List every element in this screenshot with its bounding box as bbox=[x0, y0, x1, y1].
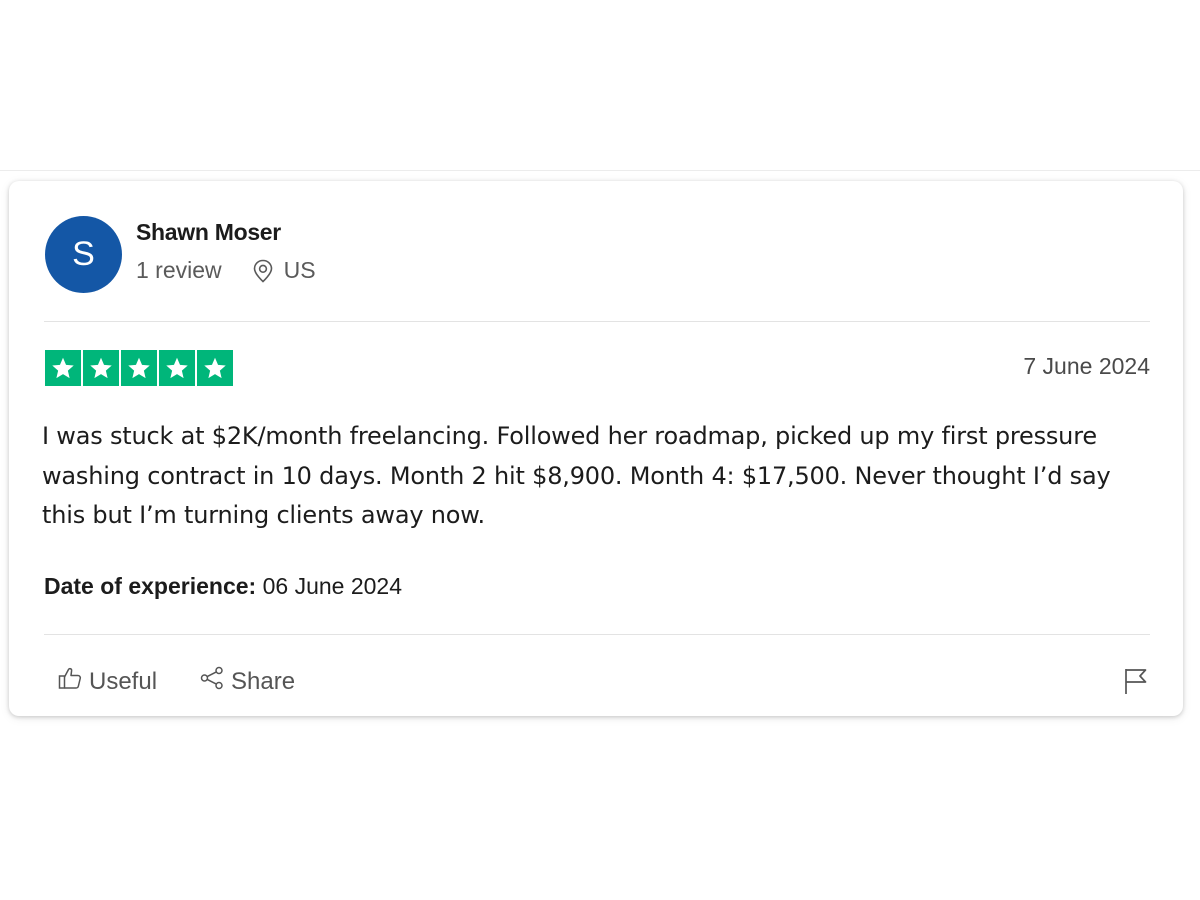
share-icon bbox=[199, 665, 231, 698]
share-button[interactable]: Share bbox=[199, 665, 295, 698]
avatar-initial: S bbox=[72, 235, 95, 273]
reviewer-name[interactable]: Shawn Moser bbox=[136, 219, 281, 246]
thumbs-up-icon bbox=[57, 665, 89, 698]
star-icon bbox=[159, 350, 195, 386]
report-flag-button[interactable] bbox=[1122, 666, 1150, 696]
review-card: S Shawn Moser 1 review US 7 June 2024 I … bbox=[9, 181, 1183, 716]
star-icon bbox=[121, 350, 157, 386]
review-text: I was stuck at $2K/month freelancing. Fo… bbox=[42, 422, 1111, 529]
top-divider bbox=[0, 170, 1200, 171]
reviewer-meta: 1 review US bbox=[136, 257, 316, 284]
review-count: 1 review bbox=[136, 257, 222, 283]
star-icon bbox=[83, 350, 119, 386]
experience-label: Date of experience: bbox=[44, 573, 257, 599]
date-of-experience: Date of experience: 06 June 2024 bbox=[44, 573, 402, 600]
star-rating bbox=[45, 350, 233, 386]
footer-divider bbox=[44, 634, 1150, 635]
reviewer-country: US bbox=[283, 257, 316, 283]
header-divider bbox=[44, 321, 1150, 322]
useful-button[interactable]: Useful bbox=[57, 665, 157, 698]
avatar[interactable]: S bbox=[45, 216, 122, 293]
star-icon bbox=[45, 350, 81, 386]
review-date: 7 June 2024 bbox=[1023, 353, 1150, 379]
flag-icon bbox=[1122, 669, 1150, 700]
map-pin-icon bbox=[252, 259, 274, 283]
experience-date: 06 June 2024 bbox=[262, 573, 402, 599]
review-actions: Useful Share bbox=[57, 665, 295, 698]
star-icon bbox=[197, 350, 233, 386]
useful-label: Useful bbox=[89, 667, 158, 695]
share-label: Share bbox=[231, 667, 296, 695]
